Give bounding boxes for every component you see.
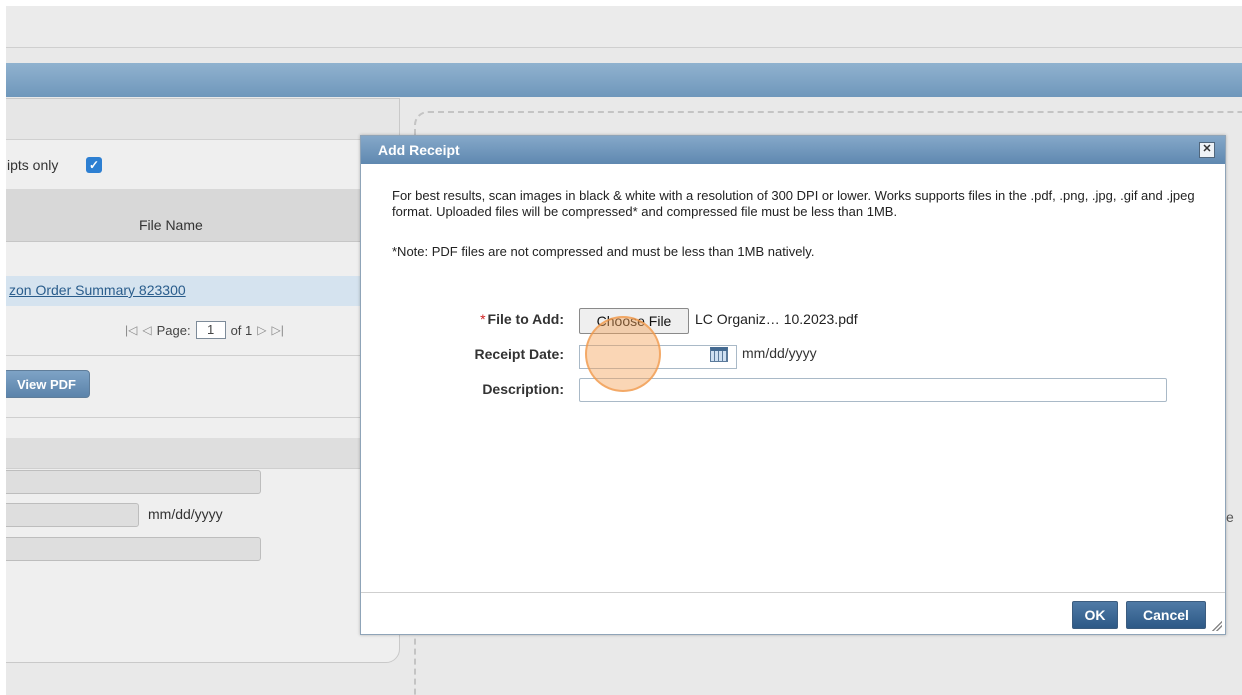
- dialog-title: Add Receipt: [378, 142, 460, 158]
- selected-file-name: LC Organiz… 10.2023.pdf: [695, 311, 858, 327]
- description-label: Description:: [482, 381, 564, 397]
- top-toolbar-area: [6, 6, 1242, 48]
- divider: [6, 355, 399, 356]
- table-header: File Name: [6, 189, 399, 242]
- dialog-titlebar: Add Receipt ✕: [361, 136, 1225, 164]
- pager: |◁ ◁ Page: 1 of 1 ▷ ▷|: [125, 321, 284, 339]
- page-of-label: of 1: [230, 322, 253, 338]
- file-to-add-label-text: File to Add:: [487, 311, 564, 327]
- file-name-column-header[interactable]: File Name: [139, 217, 203, 233]
- page-number-input[interactable]: 1: [195, 321, 226, 339]
- dialog-footer-divider: [361, 592, 1225, 593]
- file-to-add-label: * File to Add:: [480, 311, 564, 327]
- last-page-icon[interactable]: ▷|: [272, 323, 284, 337]
- add-receipt-dialog: Add Receipt ✕ For best results, scan ima…: [360, 135, 1226, 635]
- prev-page-icon[interactable]: ◁: [142, 323, 151, 337]
- first-page-icon[interactable]: |◁: [125, 323, 137, 337]
- background-date-hint: mm/dd/yyyy: [148, 506, 223, 522]
- header-band: [6, 63, 1242, 97]
- next-page-icon[interactable]: ▷: [257, 323, 266, 337]
- receipt-date-label: Receipt Date:: [474, 346, 564, 362]
- table-row: zon Order Summary 823300: [6, 276, 399, 306]
- note-text: *Note: PDF files are not compressed and …: [392, 244, 815, 259]
- description-input[interactable]: [579, 378, 1167, 402]
- receipts-panel: ipts only ✓ File Name zon Order Summary …: [6, 98, 400, 663]
- view-pdf-button[interactable]: View PDF: [6, 370, 90, 398]
- ok-button[interactable]: OK: [1072, 601, 1118, 629]
- cancel-button[interactable]: Cancel: [1126, 601, 1206, 629]
- background-input-1[interactable]: [6, 470, 261, 494]
- resize-grip-icon[interactable]: [1212, 621, 1222, 631]
- edge-text: e: [1226, 509, 1234, 525]
- calendar-icon[interactable]: [710, 347, 728, 362]
- receipt-link[interactable]: zon Order Summary 823300: [9, 282, 186, 298]
- page-label: Page:: [156, 322, 191, 338]
- panel-section-header: [6, 438, 399, 469]
- date-format-hint: mm/dd/yyyy: [742, 345, 817, 361]
- click-indicator: [585, 316, 661, 392]
- background-date-input[interactable]: [6, 503, 139, 527]
- info-text: For best results, scan images in black &…: [392, 188, 1195, 219]
- close-icon[interactable]: ✕: [1199, 142, 1215, 158]
- receipts-only-checkbox[interactable]: ✓: [86, 157, 102, 173]
- panel-header: [6, 99, 399, 140]
- receipts-only-label: ipts only: [7, 157, 59, 173]
- background-input-2[interactable]: [6, 537, 261, 561]
- divider: [6, 417, 399, 418]
